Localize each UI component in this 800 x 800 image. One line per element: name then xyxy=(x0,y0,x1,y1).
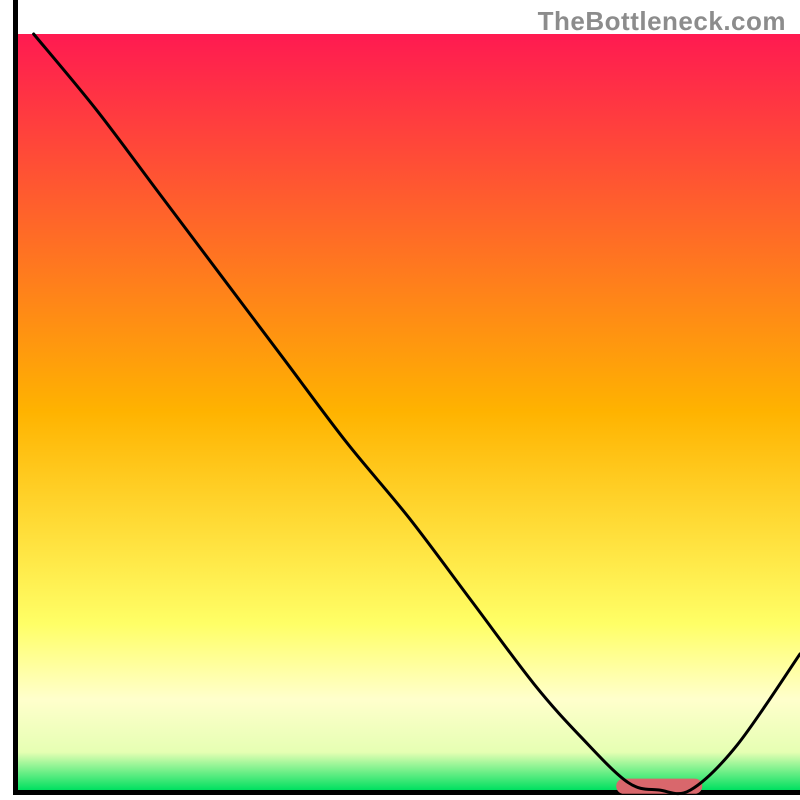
gradient-background xyxy=(18,34,800,790)
plot-area xyxy=(18,34,800,790)
watermark-text: TheBottleneck.com xyxy=(538,6,786,37)
chart-container: TheBottleneck.com xyxy=(0,0,800,800)
bottleneck-chart xyxy=(0,0,800,800)
